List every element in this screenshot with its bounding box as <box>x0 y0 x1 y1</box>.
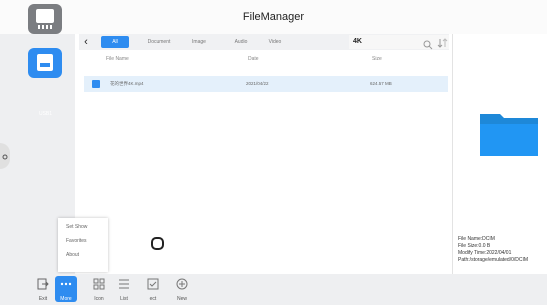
more-button[interactable]: More <box>55 276 77 302</box>
back-button[interactable]: ‹ <box>79 34 93 50</box>
storage-usb1-label: USB1 <box>38 111 53 117</box>
tab-video[interactable]: Video <box>261 36 289 48</box>
video-file-icon <box>92 80 100 88</box>
column-header-name[interactable]: File Name <box>106 56 129 62</box>
file-date: 2021/04/22 <box>246 81 269 86</box>
grid-icon <box>88 277 110 295</box>
touch-cursor <box>151 237 164 250</box>
menu-item-about[interactable]: About <box>66 252 79 258</box>
hard-drive-icon <box>28 9 62 38</box>
app-title: FileManager <box>242 11 305 23</box>
search-value: 4K <box>353 38 362 45</box>
storage-internal-button[interactable] <box>28 4 62 34</box>
icon-view-label: Icon <box>94 296 104 302</box>
detail-modify-time: Modify Time:2022/04/01 <box>458 250 512 256</box>
file-row[interactable]: 花的世界4K.mp4 2021/04/22 624.57 MB <box>84 76 448 92</box>
detail-file-name: File Name:DCIM <box>458 236 495 242</box>
file-name: 花的世界4K.mp4 <box>110 81 144 86</box>
checkbox-icon <box>142 277 164 295</box>
list-icon <box>113 277 135 295</box>
detail-path: Path:/storage/emulated/0/DCIM <box>458 257 529 263</box>
menu-item-favorites[interactable]: Favorites <box>66 238 87 244</box>
exit-label: Exit <box>38 296 48 302</box>
detail-divider <box>452 34 453 274</box>
select-button[interactable]: ect <box>142 276 164 302</box>
list-view-label: List <box>120 296 128 302</box>
title-bar: FileManager <box>0 0 547 34</box>
column-header-size[interactable]: Size <box>372 56 382 62</box>
sort-icon[interactable] <box>437 36 449 54</box>
list-view-button[interactable]: List <box>113 276 135 302</box>
bottom-bar <box>0 274 547 305</box>
exit-icon <box>32 277 54 295</box>
circle-icon <box>2 147 8 165</box>
more-dots-icon <box>55 277 77 295</box>
exit-button[interactable]: Exit <box>32 276 54 302</box>
tab-all[interactable]: All <box>101 36 129 48</box>
menu-item-set-show[interactable]: Set Show <box>66 224 87 230</box>
tab-document[interactable]: Document <box>137 36 181 48</box>
usb-drive-icon <box>28 54 62 82</box>
more-label: More <box>60 296 72 302</box>
search-input[interactable]: 4K <box>349 35 449 50</box>
chevron-left-icon: ‹ <box>84 36 88 48</box>
search-icon[interactable] <box>423 37 433 55</box>
more-popup-menu: Set Show Favorites About <box>58 218 108 272</box>
column-header-date[interactable]: Date <box>248 56 259 62</box>
folder-icon <box>478 108 540 163</box>
select-label: ect <box>149 296 157 302</box>
filter-toolbar: ‹ All Document Image Audio Video 4K <box>79 34 449 50</box>
plus-circle-icon <box>171 277 193 295</box>
new-button[interactable]: New <box>171 276 193 302</box>
new-label: New <box>176 296 187 302</box>
storage-usb1-button[interactable] <box>28 48 62 78</box>
tab-audio[interactable]: Audio <box>227 36 255 48</box>
icon-view-button[interactable]: Icon <box>88 276 110 302</box>
tab-image[interactable]: Image <box>185 36 213 48</box>
file-size: 624.57 MB <box>370 81 392 86</box>
detail-file-size: File Size:0.0 B <box>458 243 491 249</box>
